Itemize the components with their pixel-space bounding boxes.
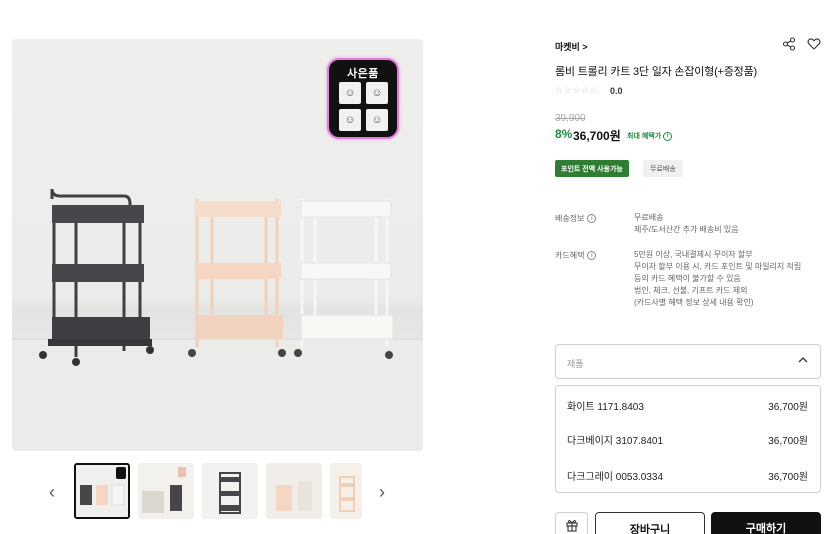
option-item[interactable]: 화이트 1171.8403 36,700원 — [556, 394, 820, 414]
thumbnail-1[interactable] — [74, 463, 130, 519]
gift-button[interactable] — [555, 512, 588, 534]
product-title: 롬비 트롤리 카트 3단 일자 손잡이형(+증정품) — [555, 66, 757, 78]
gift-items: ☺ ☺ ☺ ☺ — [339, 82, 389, 132]
gift-badge-label: 사은품 — [347, 68, 379, 80]
add-to-cart-button[interactable]: 장바구니 — [595, 512, 705, 534]
shipping-line: 제주/도서산간 추가 배송비 있음 — [634, 225, 739, 234]
card-benefit-line: (카드사별 혜택 정보 상세 내용 확인) — [634, 298, 754, 307]
thumbnail-2[interactable] — [138, 463, 194, 519]
gift-icon — [565, 520, 578, 532]
max-benefit-label: 최대 혜택가 — [627, 133, 662, 140]
card-benefit-line: 무이자 할부 이용 시, 카드 포인트 및 마일리지 적립 — [634, 262, 802, 271]
chevron-up-icon — [798, 357, 808, 363]
card-benefit-line: 5만원 이상, 국내결제시 무이자 할부 — [634, 250, 753, 259]
option-item[interactable]: 다크베이지 3107.8401 36,700원 — [556, 428, 820, 448]
shipping-info-value: 무료배송 제주/도서산간 추가 배송비 있음 — [634, 212, 739, 236]
shipping-line: 무료배송 — [634, 213, 664, 222]
share-icon[interactable] — [782, 37, 796, 51]
card-benefit-label[interactable]: 카드혜택 i — [555, 250, 597, 261]
buy-now-button[interactable]: 구매하기 — [711, 512, 821, 534]
gift-item-icon: ☺ — [366, 109, 388, 131]
rating-value: 0.0 — [610, 86, 623, 96]
shipping-info-label[interactable]: 배송정보 i — [555, 213, 597, 224]
option-name: 화이트 1171.8403 — [567, 402, 644, 413]
thumbnail-image — [76, 465, 128, 517]
gift-item-icon: ☺ — [339, 82, 361, 104]
option-name: 다크베이지 3107.8401 — [567, 436, 664, 447]
gift-item-icon: ☺ — [339, 109, 361, 131]
option-item[interactable]: 다크그레이 0053.0334 36,700원 — [556, 464, 820, 484]
option-price: 36,700원 — [768, 472, 808, 483]
thumbnail-image — [266, 463, 322, 519]
point-usable-badge: 포인트 전액 사용가능 — [555, 160, 629, 177]
max-benefit-link[interactable]: 최대 혜택가 i — [627, 131, 673, 141]
sale-price: 36,700원 — [573, 129, 621, 143]
chevron-right-icon[interactable]: › — [374, 482, 390, 502]
info-icon: i — [663, 131, 673, 141]
card-benefit-line: 등의 카드 혜택이 불가할 수 있음 — [634, 274, 741, 283]
option-price: 36,700원 — [768, 402, 808, 413]
seller-link[interactable]: 마켓비 > — [555, 40, 588, 53]
option-name: 다크그레이 0053.0334 — [567, 472, 664, 483]
info-icon: i — [587, 214, 597, 223]
card-benefit-value: 5만원 이상, 국내결제시 무이자 할부 무이자 할부 이용 시, 카드 포인트… — [634, 249, 801, 309]
gift-item-icon: ☺ — [366, 82, 388, 104]
discount-rate: 8% — [555, 127, 573, 141]
original-price: 39,900 — [555, 113, 586, 124]
shipping-info-label-text: 배송정보 — [555, 214, 585, 223]
info-icon: i — [587, 251, 597, 260]
free-shipping-badge: 무료배송 — [643, 160, 683, 177]
card-benefit-line: 법인, 체크, 선불, 기프트 카드 제외 — [634, 286, 748, 295]
gift-badge: 사은품 ☺ ☺ ☺ ☺ — [327, 58, 399, 139]
option-select[interactable]: 제품 — [555, 344, 821, 379]
thumbnail-image — [138, 463, 194, 519]
thumbnail-3[interactable] — [202, 463, 258, 519]
option-list: 화이트 1171.8403 36,700원 다크베이지 3107.8401 36… — [555, 385, 821, 493]
option-price: 36,700원 — [768, 436, 808, 447]
thumbnail-4[interactable] — [266, 463, 322, 519]
heart-icon[interactable] — [807, 37, 821, 51]
rating-stars: ☆☆☆☆☆ — [555, 85, 598, 95]
option-select-placeholder: 제품 — [567, 359, 584, 369]
thumbnail-image — [202, 463, 258, 519]
thumbnail-5[interactable] — [330, 463, 362, 519]
card-benefit-label-text: 카드혜택 — [555, 251, 585, 260]
thumbnail-image — [330, 463, 362, 519]
chevron-left-icon[interactable]: ‹ — [44, 482, 60, 502]
